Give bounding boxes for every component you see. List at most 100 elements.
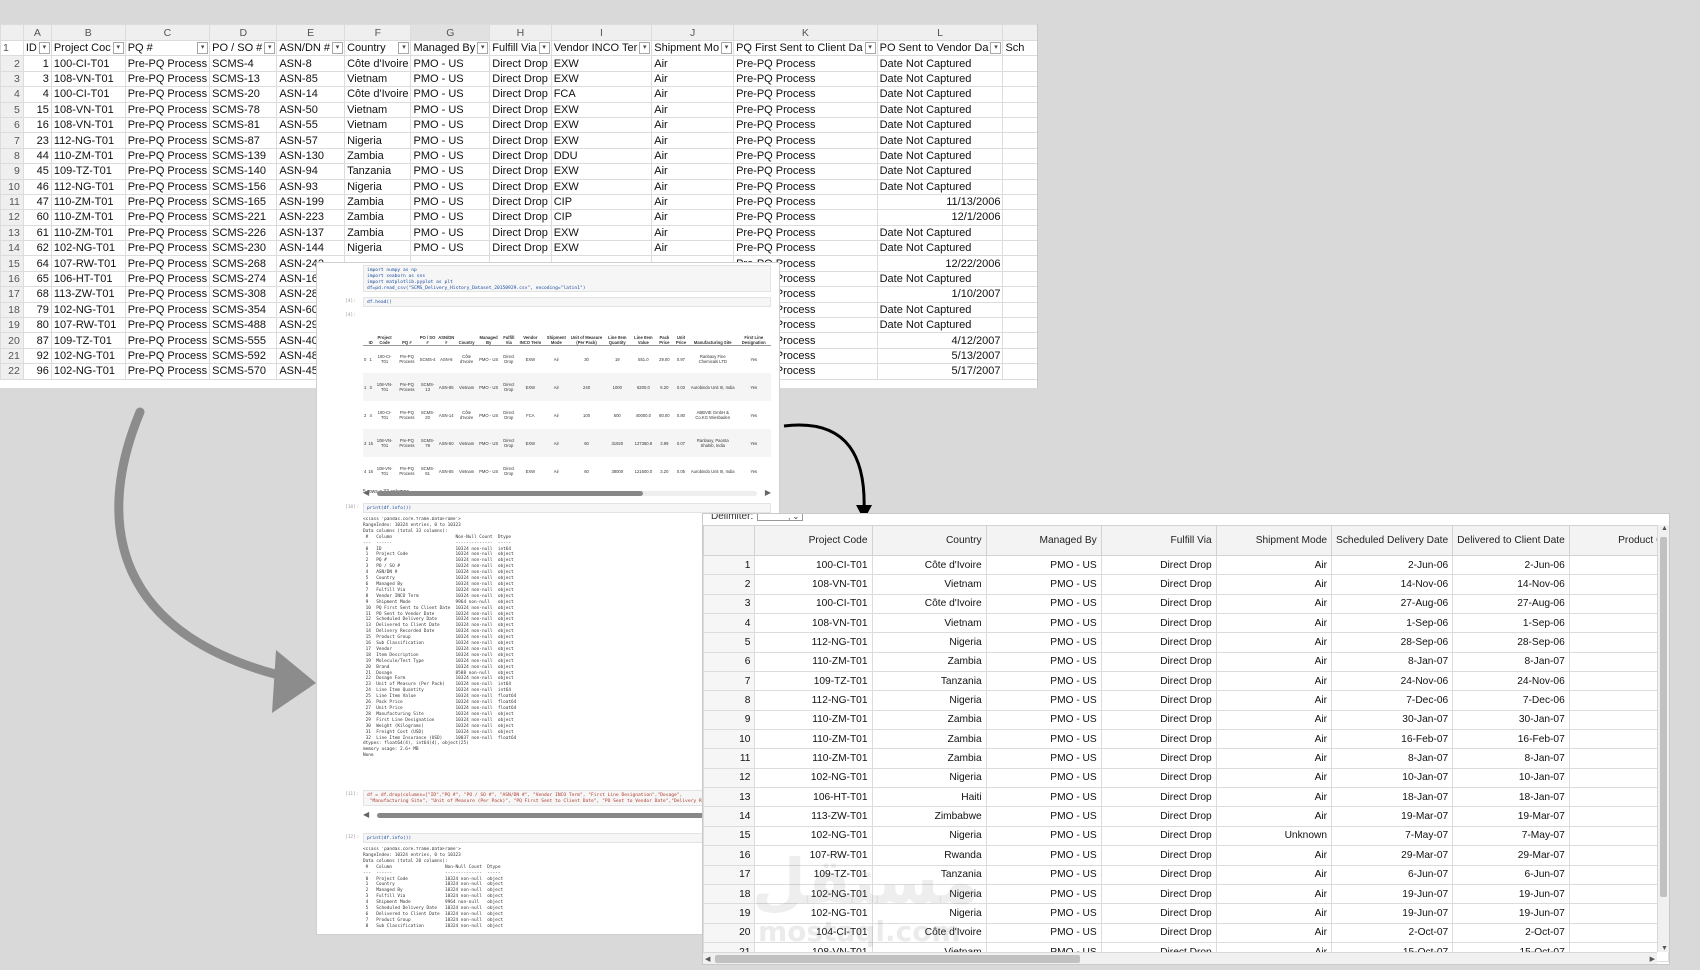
- grid-cell[interactable]: H: [1568, 825, 1669, 847]
- cell[interactable]: ASN-50: [276, 101, 346, 118]
- grid-cell[interactable]: 2-Jun-06: [1452, 554, 1570, 576]
- grid-cell[interactable]: Air: [1215, 593, 1333, 615]
- cell[interactable]: Vietnam: [344, 116, 412, 134]
- row-index[interactable]: 18: [703, 883, 756, 905]
- grid-cell[interactable]: Haiti: [871, 787, 987, 808]
- grid-cell[interactable]: 104-CI-T01: [754, 922, 873, 943]
- grid-cell[interactable]: Air: [1215, 729, 1333, 750]
- grid-cell[interactable]: 24-Nov-06: [1331, 671, 1454, 692]
- filter-dropdown-icon[interactable]: ▾: [864, 42, 876, 54]
- cell[interactable]: PMO - US: [410, 193, 491, 211]
- cell[interactable]: SCMS-81: [209, 116, 278, 134]
- select-all-corner[interactable]: [0, 24, 24, 41]
- grid-cell[interactable]: 27-Aug-06: [1452, 593, 1570, 615]
- grid-cell[interactable]: H: [1568, 593, 1669, 615]
- cell[interactable]: Pre-PQ Process: [733, 101, 878, 118]
- grid-cell[interactable]: 10-Jan-07: [1452, 767, 1570, 789]
- grid-cell[interactable]: 2-Oct-07: [1452, 922, 1570, 943]
- column-letter[interactable]: I: [550, 24, 653, 41]
- cell[interactable]: 110-ZM-T01: [50, 193, 126, 211]
- cell[interactable]: Direct Drop: [489, 224, 552, 242]
- grid-cell[interactable]: 102-NG-T01: [754, 825, 873, 847]
- grid-cell[interactable]: H: [1568, 903, 1669, 924]
- grid-cell[interactable]: PMO - US: [985, 825, 1102, 847]
- scroll-right-icon[interactable]: ▶: [1650, 955, 1655, 963]
- cell[interactable]: 108-VN-T01: [50, 101, 126, 118]
- cell[interactable]: ASN-93: [276, 178, 346, 195]
- cell[interactable]: 96: [22, 363, 52, 380]
- cell[interactable]: Pre-PQ Process: [124, 209, 211, 226]
- cell[interactable]: ASN-130: [276, 147, 346, 165]
- column-letter[interactable]: [1002, 24, 1037, 41]
- grid-cell[interactable]: 110-ZM-T01: [754, 651, 873, 673]
- cell[interactable]: Date Not Captured: [876, 317, 1004, 334]
- grid-cell[interactable]: [1568, 864, 1669, 885]
- cell[interactable]: 92: [22, 347, 52, 365]
- grid-cell[interactable]: 1-Sep-06: [1452, 613, 1570, 634]
- grid-cell[interactable]: Rwanda: [871, 845, 987, 866]
- grid-cell[interactable]: [1568, 671, 1669, 692]
- cell[interactable]: 79: [22, 301, 52, 319]
- cell[interactable]: Pre-PQ Process: [733, 178, 878, 195]
- cell[interactable]: Direct Drop: [489, 147, 552, 165]
- cell[interactable]: Direct Drop: [489, 70, 552, 88]
- grid-cell[interactable]: PMO - US: [985, 787, 1102, 808]
- grid-cell[interactable]: PMO - US: [985, 883, 1102, 905]
- code-cell-info[interactable]: print(df.info()): [363, 503, 771, 513]
- grid-cell[interactable]: Air: [1215, 864, 1333, 885]
- column-letter[interactable]: A: [22, 24, 52, 41]
- grid-cell[interactable]: PMO - US: [985, 632, 1102, 653]
- cell[interactable]: Zambia: [344, 147, 412, 165]
- grid-cell[interactable]: 8-Jan-07: [1331, 748, 1454, 769]
- grid-cell[interactable]: Zambia: [871, 651, 987, 673]
- grid-cell[interactable]: Direct Drop: [1100, 613, 1217, 634]
- cell[interactable]: ASN-144: [276, 240, 346, 257]
- scroll-track[interactable]: [377, 813, 757, 818]
- cell[interactable]: SCMS-165: [209, 193, 278, 211]
- grid-cell[interactable]: Zambia: [871, 729, 987, 750]
- grid-cell[interactable]: 113-ZW-T01: [754, 806, 873, 827]
- grid-cell[interactable]: Direct Drop: [1100, 767, 1217, 789]
- column-letter[interactable]: L: [876, 24, 1004, 41]
- cell[interactable]: Date Not Captured: [876, 147, 1004, 165]
- column-letter[interactable]: K: [733, 24, 878, 41]
- cell[interactable]: Air: [651, 163, 735, 180]
- grid-cell[interactable]: 110-ZM-T01: [754, 709, 873, 731]
- column-header[interactable]: Country ▾: [344, 39, 412, 57]
- grid-cell[interactable]: 7-May-07: [1331, 825, 1454, 847]
- cell[interactable]: Direct Drop: [489, 55, 552, 72]
- cell[interactable]: [1002, 101, 1037, 118]
- grid-cell[interactable]: H: [1568, 883, 1669, 905]
- cell[interactable]: Pre-PQ Process: [124, 193, 211, 211]
- cell[interactable]: [1002, 147, 1037, 165]
- grid-cell[interactable]: Direct Drop: [1100, 748, 1217, 769]
- grid-cell[interactable]: H: [1568, 767, 1669, 789]
- cell[interactable]: Direct Drop: [489, 240, 552, 257]
- cell[interactable]: [1002, 132, 1037, 149]
- cell[interactable]: Côte d'Ivoire: [344, 55, 412, 72]
- cell[interactable]: [1002, 163, 1037, 180]
- cell[interactable]: Date Not Captured: [876, 86, 1004, 103]
- cell[interactable]: Pre-PQ Process: [733, 163, 878, 180]
- column-header[interactable]: PO / SO # ▾: [209, 39, 278, 57]
- cell[interactable]: Zambia: [344, 193, 412, 211]
- grid-cell[interactable]: Air: [1215, 806, 1333, 827]
- cell[interactable]: Pre-PQ Process: [124, 86, 211, 103]
- cell[interactable]: 4/12/2007: [876, 332, 1004, 349]
- cell[interactable]: DDU: [550, 147, 653, 165]
- grid-cell[interactable]: 6-Jun-07: [1452, 864, 1570, 885]
- row-number[interactable]: 16: [0, 270, 24, 288]
- grid-cell[interactable]: PMO - US: [985, 709, 1102, 731]
- cell[interactable]: SCMS-139: [209, 147, 278, 165]
- grid-cell[interactable]: 7-Dec-06: [1452, 690, 1570, 711]
- row-number[interactable]: 4: [0, 86, 24, 103]
- cell[interactable]: 11/13/2006: [876, 193, 1004, 211]
- cell[interactable]: Date Not Captured: [876, 55, 1004, 72]
- vertical-scrollbar[interactable]: ▲ ▼: [1657, 525, 1669, 952]
- grid-cell[interactable]: 30-Jan-07: [1331, 709, 1454, 731]
- grid-cell[interactable]: 18-Jan-07: [1331, 787, 1454, 808]
- row-number[interactable]: 1: [0, 39, 24, 57]
- code-cell-head[interactable]: df.head(): [363, 297, 771, 307]
- cell[interactable]: 109-TZ-T01: [50, 332, 126, 349]
- grid-column-header[interactable]: Country: [871, 525, 987, 556]
